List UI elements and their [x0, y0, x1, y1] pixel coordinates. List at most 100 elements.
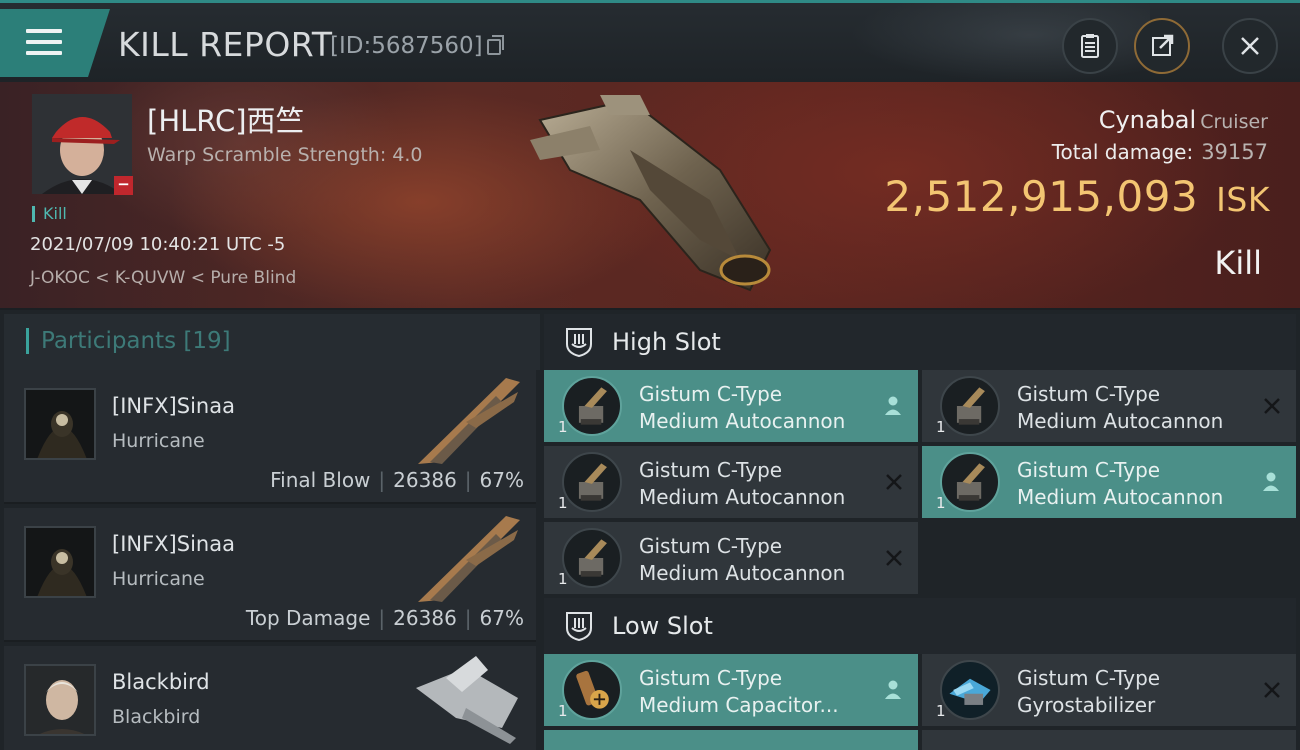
copy-icon[interactable]: [487, 35, 504, 55]
high-slot-header: High Slot: [544, 314, 1296, 370]
isk-value: 2,512,915,093 ISK: [884, 172, 1270, 221]
destroyed-x-icon: [886, 550, 902, 566]
module-name-line2: Medium Autocannon: [639, 409, 846, 433]
share-export-icon: [1152, 34, 1174, 56]
module-quantity: 1: [936, 494, 946, 512]
module-name-line1: Gistum C-Type: [639, 382, 783, 406]
destroyed-x-icon: [1264, 682, 1280, 698]
participant-avatar[interactable]: [24, 388, 96, 460]
title-bar: KILL REPORT [ID:5687560]: [0, 0, 1300, 83]
participants-header: Participants [19]: [4, 314, 540, 370]
hooded-avatar-icon: [26, 390, 94, 458]
module-name-line2: Medium Autocannon: [1017, 409, 1224, 433]
participant-row[interactable]: [INFX]Sinaa Hurricane Final Blow | 26386 | 6…: [4, 370, 536, 504]
module-name-line1: Gistum C-Type: [639, 534, 783, 558]
total-damage: Total damage: 39157: [1052, 140, 1268, 164]
participant-percent: 67%: [479, 468, 524, 492]
menu-button[interactable]: [0, 9, 110, 77]
module-item-partial[interactable]: [922, 730, 1296, 750]
report-id: [ID:5687560]: [330, 33, 483, 59]
module-item[interactable]: 1 Gistum C-Type Medium Capacitor...: [544, 654, 918, 726]
close-button[interactable]: [1222, 18, 1278, 74]
participants-count: [19]: [183, 328, 231, 354]
victim-ship[interactable]: Cynabal Cruiser: [1099, 106, 1268, 134]
participant-ship: Blackbird: [112, 706, 201, 728]
capacitor-battery-icon: [562, 660, 622, 720]
share-button[interactable]: [1134, 18, 1190, 74]
cynabal-ship-image: [530, 95, 772, 292]
participant-stats: Top Damage | 26386 | 67%: [245, 606, 524, 630]
clipboard-icon: [1081, 34, 1099, 58]
gyrostabilizer-icon: [940, 660, 1000, 720]
participant-percent: 67%: [479, 606, 524, 630]
participant-label: Final Blow: [270, 468, 371, 492]
pilot-avatar-icon: [26, 666, 94, 734]
module-quantity: 1: [558, 418, 568, 436]
participants-label: Participants: [41, 328, 177, 354]
total-damage-value: 39157: [1201, 140, 1268, 164]
destroyed-x-icon: [1264, 398, 1280, 414]
module-item[interactable]: 1 Gistum C-Type Gyrostabilizer: [922, 654, 1296, 726]
module-quantity: 1: [558, 494, 568, 512]
autocannon-icon: [940, 376, 1000, 436]
participant-row[interactable]: Blackbird Blackbird: [4, 646, 536, 750]
module-name-line1: Gistum C-Type: [1017, 666, 1161, 690]
module-name-line1: Gistum C-Type: [1017, 382, 1161, 406]
dropped-person-icon: [885, 680, 901, 699]
participant-ship: Hurricane: [112, 430, 205, 452]
participant-damage: 26386: [393, 606, 457, 630]
module-name-line2: Medium Autocannon: [639, 561, 846, 585]
participant-label: Top Damage: [245, 606, 371, 630]
total-damage-label: Total damage:: [1051, 140, 1194, 164]
module-quantity: 1: [936, 418, 946, 436]
participant-avatar[interactable]: [24, 526, 96, 598]
module-item[interactable]: 1 Gistum C-Type Medium Autocannon: [544, 522, 918, 594]
participants-title: Participants [19]: [26, 328, 231, 354]
blackbird-ship-image: [416, 656, 518, 744]
module-name-line1: Gistum C-Type: [639, 458, 783, 482]
kill-tag: Kill: [32, 206, 67, 222]
participant-ship: Hurricane: [112, 568, 205, 590]
hooded-avatar-icon: [26, 528, 94, 596]
participant-avatar[interactable]: [24, 664, 96, 736]
close-icon: [1241, 37, 1259, 55]
high-slot-title: High Slot: [612, 328, 721, 356]
destroyed-x-icon: [886, 474, 902, 490]
module-name-line2: Medium Capacitor...: [639, 693, 839, 717]
module-item[interactable]: 1 Gistum C-Type Medium Autocannon: [544, 446, 918, 518]
module-item-partial[interactable]: [544, 730, 918, 750]
participant-name: [INFX]Sinaa: [112, 532, 235, 556]
autocannon-icon: [562, 528, 622, 588]
dropped-person-icon: [1263, 472, 1279, 491]
hurricane-ship-image: [418, 516, 520, 602]
victim-banner: − [HLRC]西竺 Warp Scramble Strength: 4.0 K…: [0, 82, 1300, 308]
kill-location[interactable]: J-OKOC < K-QUVW < Pure Blind: [30, 268, 296, 288]
module-item[interactable]: 1 Gistum C-Type Medium Autocannon: [922, 370, 1296, 442]
participants-panel: Participants [19] [INFX]Sinaa Hurricane …: [0, 310, 540, 750]
window-title: KILL REPORT: [118, 25, 333, 64]
module-name-line2: Medium Autocannon: [1017, 485, 1224, 509]
participant-name: [INFX]Sinaa: [112, 394, 235, 418]
victim-ship-class: Cruiser: [1200, 111, 1268, 133]
participant-row[interactable]: [INFX]Sinaa Hurricane Top Damage | 26386 | 6…: [4, 508, 536, 642]
participant-damage: 26386: [393, 468, 457, 492]
module-name-line1: Gistum C-Type: [1017, 458, 1161, 482]
kill-datetime: 2021/07/09 10:40:21 UTC -5: [30, 234, 286, 255]
participant-name: Blackbird: [112, 670, 210, 694]
clipboard-button[interactable]: [1062, 18, 1118, 74]
standing-minus-badge: −: [114, 176, 133, 195]
low-slot-icon: [566, 612, 592, 642]
kill-result: Kill: [1214, 244, 1262, 282]
module-name-line2: Medium Autocannon: [639, 485, 846, 509]
victim-ship-name: Cynabal: [1098, 106, 1197, 134]
dropped-person-icon: [885, 396, 901, 415]
participant-stats: Final Blow | 26386 | 67%: [270, 468, 524, 492]
autocannon-icon: [562, 452, 622, 512]
module-item[interactable]: 1 Gistum C-Type Medium Autocannon: [922, 446, 1296, 518]
module-quantity: 1: [936, 702, 946, 720]
autocannon-icon: [562, 376, 622, 436]
victim-name[interactable]: [HLRC]西竺: [147, 98, 305, 140]
low-slot-header: Low Slot: [544, 598, 1296, 654]
module-item[interactable]: 1 Gistum C-Type Medium Autocannon: [544, 370, 918, 442]
high-slot-icon: [566, 328, 592, 358]
